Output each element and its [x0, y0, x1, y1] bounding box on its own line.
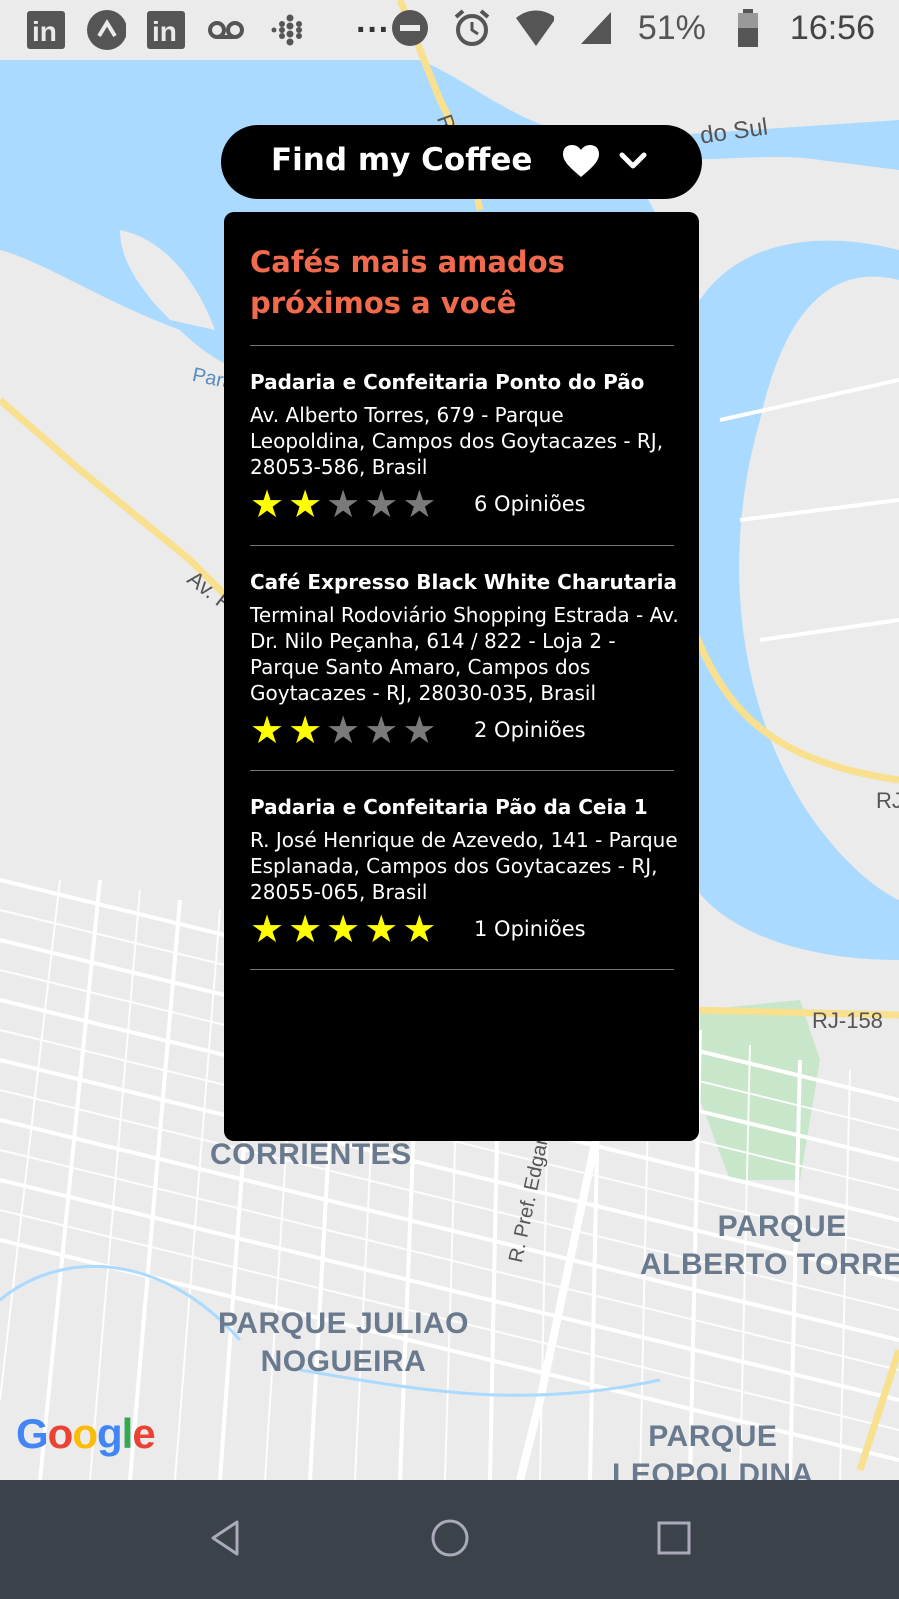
map-label-corrientes: CORRIENTES: [210, 1138, 412, 1171]
star-empty-icon: ★: [326, 708, 361, 752]
do-not-disturb-icon: [390, 8, 430, 48]
star-rating: ★ ★ ★ ★ ★: [250, 710, 450, 750]
star-empty-icon: ★: [364, 482, 399, 526]
star-empty-icon: ★: [326, 482, 361, 526]
cafe-name: Padaria e Confeitaria Ponto do Pão: [250, 370, 645, 394]
star-filled-icon: ★: [250, 708, 285, 752]
heart-icon[interactable]: [561, 143, 601, 183]
star-rating: ★ ★ ★ ★ ★: [250, 484, 450, 524]
cafe-rating: ★ ★ ★ ★ ★ 2 Opiniões: [250, 710, 680, 750]
star-empty-icon: ★: [402, 482, 437, 526]
cafe-address: Av. Alberto Torres, 679 - Parque Leopold…: [250, 403, 664, 479]
cafe-rating: ★ ★ ★ ★ ★ 6 Opiniões: [250, 484, 680, 524]
star-empty-icon: ★: [402, 708, 437, 752]
chevron-down-icon[interactable]: [619, 151, 647, 175]
divider: [250, 770, 674, 771]
signal-icon: [576, 8, 616, 48]
cafe-item[interactable]: Padaria e Confeitaria Ponto do Pão Av. A…: [250, 368, 680, 524]
status-bar: in in ··· 51% 16:56: [0, 0, 899, 64]
back-button[interactable]: [195, 1508, 255, 1568]
star-filled-icon: ★: [288, 482, 323, 526]
favorites-panel: Cafés mais amados próximos a você Padari…: [224, 212, 699, 1141]
voicemail-icon: [206, 10, 246, 50]
star-filled-icon: ★: [288, 907, 323, 951]
linkedin-icon: in: [146, 10, 186, 50]
review-count: 6 Opiniões: [474, 492, 586, 516]
map-road-label: RJ-158: [812, 1008, 883, 1033]
cafe-item[interactable]: Padaria e Confeitaria Pão da Ceia 1 R. J…: [250, 793, 680, 949]
divider: [250, 545, 674, 546]
panel-title: Cafés mais amados próximos a você: [250, 245, 565, 320]
more-notifications-icon: ···: [356, 10, 390, 49]
cafe-item[interactable]: Café Expresso Black White Charutaria Ter…: [250, 568, 680, 750]
star-filled-icon: ★: [250, 482, 285, 526]
battery-percent: 51%: [637, 8, 706, 47]
review-count: 1 Opiniões: [474, 917, 586, 941]
app-header[interactable]: Find my Coffee: [221, 125, 702, 199]
map-label-parque-juliao-nogueira: PARQUE JULIAO NOGUEIRA: [218, 1307, 469, 1378]
star-filled-icon: ★: [402, 907, 437, 951]
recents-button[interactable]: [644, 1508, 704, 1568]
alarm-icon: [452, 8, 492, 48]
map-road-label: RJ: [876, 788, 899, 813]
star-empty-icon: ★: [364, 708, 399, 752]
star-filled-icon: ★: [250, 907, 285, 951]
svg-text:in: in: [152, 16, 177, 47]
map-label-parque-alberto-torres: PARQUE ALBERTO TORRES: [640, 1210, 899, 1281]
divider: [250, 345, 674, 346]
battery-icon: [728, 8, 768, 48]
star-rating: ★ ★ ★ ★ ★: [250, 909, 450, 949]
cafe-name: Café Expresso Black White Charutaria: [250, 570, 677, 594]
review-count: 2 Opiniões: [474, 718, 586, 742]
cafe-address: R. José Henrique de Azevedo, 141 - Parqu…: [250, 828, 678, 904]
home-button[interactable]: [420, 1508, 480, 1568]
cafe-name: Padaria e Confeitaria Pão da Ceia 1: [250, 795, 648, 819]
star-filled-icon: ★: [326, 907, 361, 951]
app-caret-icon: [86, 10, 126, 50]
cafe-address: Terminal Rodoviário Shopping Estrada - A…: [250, 603, 679, 705]
fitbit-icon: [266, 10, 306, 50]
star-filled-icon: ★: [364, 907, 399, 951]
navigation-bar: [0, 1480, 899, 1599]
map-label-parque-leopoldina: PARQUE LEOPOLDINA: [612, 1420, 814, 1480]
google-logo: Google: [16, 1410, 156, 1457]
clock: 16:56: [789, 8, 875, 47]
divider: [250, 969, 674, 970]
linkedin-icon: in: [26, 10, 66, 50]
svg-text:in: in: [32, 16, 57, 47]
star-filled-icon: ★: [288, 708, 323, 752]
wifi-icon: [514, 8, 554, 48]
app-title: Find my Coffee: [271, 142, 533, 178]
cafe-rating: ★ ★ ★ ★ ★ 1 Opiniões: [250, 909, 680, 949]
